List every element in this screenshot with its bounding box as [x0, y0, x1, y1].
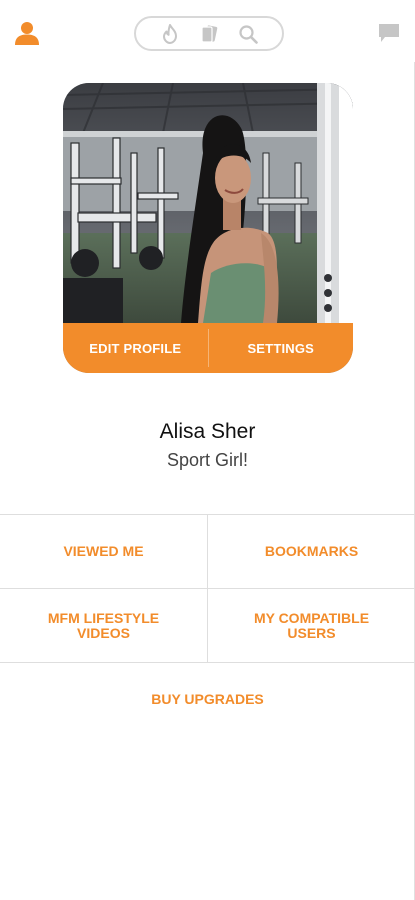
buy-upgrades-button[interactable]: BUY UPGRADES: [0, 663, 415, 736]
woman-in-gym-photo: [63, 83, 353, 323]
viewed-me-button[interactable]: VIEWED ME: [0, 515, 207, 588]
mfm-lifestyle-videos-button[interactable]: MFM LIFESTYLE VIDEOS: [0, 589, 207, 662]
profile-card: EDIT PROFILE SETTINGS: [63, 83, 353, 373]
compatible-line-1: MY COMPATIBLE: [253, 609, 370, 626]
menu-row: VIEWED ME BOOKMARKS: [0, 514, 415, 588]
menu-row: BUY UPGRADES: [0, 662, 415, 736]
mfm-line-2: VIDEOS: [77, 624, 130, 641]
chat-bubble-icon[interactable]: [378, 22, 400, 44]
user-tagline: Sport Girl!: [166, 450, 249, 470]
compatible-line-2: USERS: [287, 624, 336, 641]
bookmarks-button[interactable]: BOOKMARKS: [207, 515, 415, 588]
my-compatible-users-button[interactable]: MY COMPATIBLE USERS: [207, 589, 415, 662]
menu-grid: VIEWED ME BOOKMARKS MFM LIFESTYLE VIDEOS…: [0, 514, 415, 736]
profile-actions: EDIT PROFILE SETTINGS: [63, 323, 353, 373]
cards-icon[interactable]: [199, 24, 219, 44]
user-name: Alisa Sher: [159, 420, 256, 443]
menu-row: MFM LIFESTYLE VIDEOS MY COMPATIBLE USERS: [0, 588, 415, 662]
mfm-line-1: MFM LIFESTYLE: [47, 609, 160, 626]
edit-profile-button[interactable]: EDIT PROFILE: [63, 323, 208, 373]
nav-pill: [134, 16, 284, 51]
search-icon[interactable]: [238, 24, 259, 44]
flame-icon[interactable]: [160, 23, 180, 44]
settings-button[interactable]: SETTINGS: [209, 323, 354, 373]
top-bar: [0, 0, 415, 64]
user-icon[interactable]: [14, 20, 40, 46]
